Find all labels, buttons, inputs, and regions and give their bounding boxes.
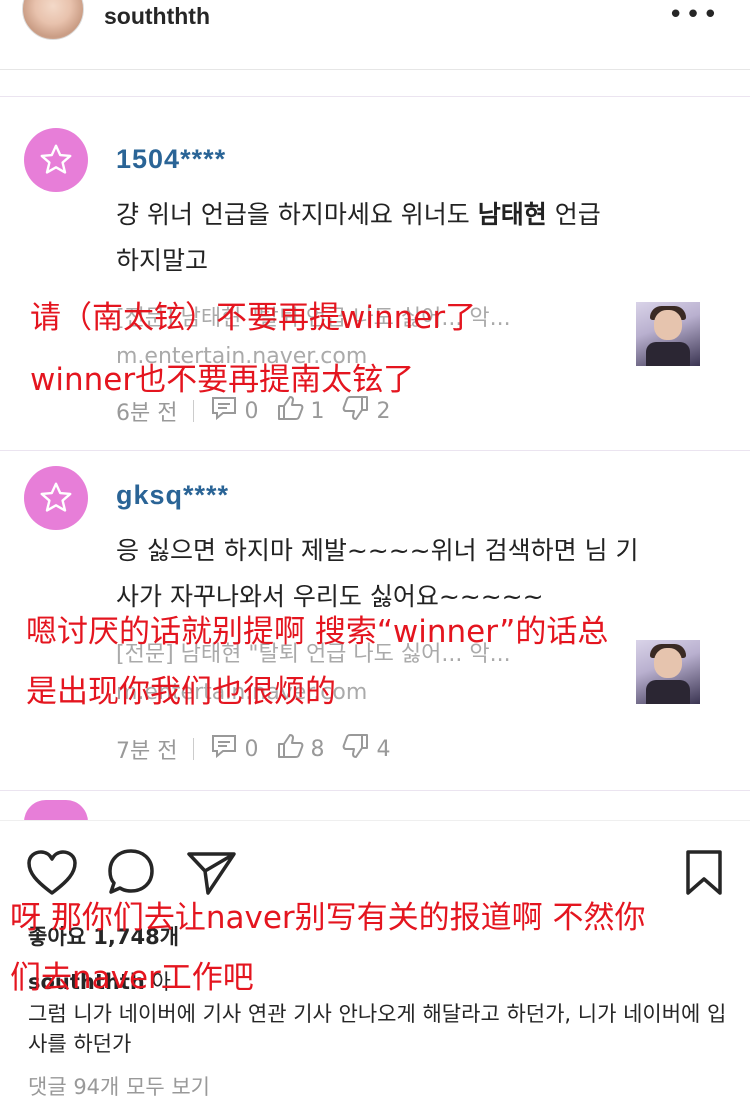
profile-username[interactable]: souththth <box>104 3 210 30</box>
comment-text: 응 싫으면 하지마 제발~~~~위너 검색하면 님 기 사가 자꾸나와서 우리도… <box>116 528 716 620</box>
comment-icon[interactable] <box>106 847 156 901</box>
reply-count: 0 <box>244 398 259 424</box>
commenter-avatar[interactable] <box>24 466 88 530</box>
translation-overlay: 请（南太铉）不要再提winner了 <box>30 300 477 336</box>
comment-meta: 7분 전 0 8 4 <box>116 732 390 766</box>
heart-icon[interactable] <box>26 849 78 901</box>
commenter-avatar[interactable] <box>24 800 88 822</box>
commenter-username[interactable]: 1504**** <box>116 144 226 175</box>
reply-count: 0 <box>244 736 259 762</box>
like-count: 8 <box>310 736 325 762</box>
dislike-count: 2 <box>376 398 391 424</box>
divider <box>0 450 750 451</box>
commenter-username[interactable]: gksq**** <box>116 480 229 511</box>
caption-text: 그럼 니가 네이버에 기사 연관 기사 안나오게 해달라고 하던가, 니가 네이… <box>28 1002 727 1056</box>
star-icon <box>40 144 72 174</box>
comment-text-line: 응 싫으면 하지마 제발~~~~위너 검색하면 님 기 <box>116 536 639 565</box>
like-count: 1 <box>310 398 325 424</box>
link-preview-thumbnail[interactable] <box>636 640 700 704</box>
comment-text: 걍 위너 언급을 하지마세요 위너도 남태현 언급 하지말고 <box>116 192 716 284</box>
view-all-comments-link[interactable]: 댓글 94개 모두 보기 <box>28 1071 210 1101</box>
translation-overlay: 是出现你我们也很烦的 <box>26 674 336 710</box>
thumbs-down-icon[interactable] <box>342 732 370 766</box>
link-preview-thumbnail[interactable] <box>636 302 700 366</box>
profile-avatar[interactable] <box>22 0 84 40</box>
share-icon[interactable] <box>186 849 238 901</box>
thumbs-up-icon[interactable] <box>276 732 304 766</box>
comment-time: 7분 전 <box>116 739 178 764</box>
reply-icon[interactable] <box>210 733 238 765</box>
more-options-icon[interactable]: ••• <box>668 0 720 30</box>
translation-overlay: winner也不要再提南太铉了 <box>30 362 415 398</box>
dislike-count: 4 <box>376 736 391 762</box>
divider <box>0 790 750 791</box>
comment-text-line: 하지말고 <box>116 246 209 275</box>
divider <box>0 96 750 97</box>
translation-overlay: 嗯讨厌的话就别提啊 搜索“winner”的话总 <box>26 614 609 650</box>
comment-text-part: 걍 위너 언급을 하지마세요 위너도 <box>116 200 478 229</box>
commenter-avatar[interactable] <box>24 128 88 192</box>
translation-overlay: 呀 那你们去让naver别写有关的报道啊 不然你 <box>10 900 646 936</box>
post-header: souththth ••• <box>0 0 750 70</box>
bookmark-icon[interactable] <box>684 849 724 901</box>
comment-text-line: 사가 자꾸나와서 우리도 싫어요~~~~~ <box>116 582 544 611</box>
star-icon <box>40 482 72 512</box>
comment-text-bold: 남태현 <box>477 200 547 229</box>
comment-text-part: 언급 <box>546 200 601 229</box>
translation-overlay: 们去naver工作吧 <box>10 960 254 996</box>
